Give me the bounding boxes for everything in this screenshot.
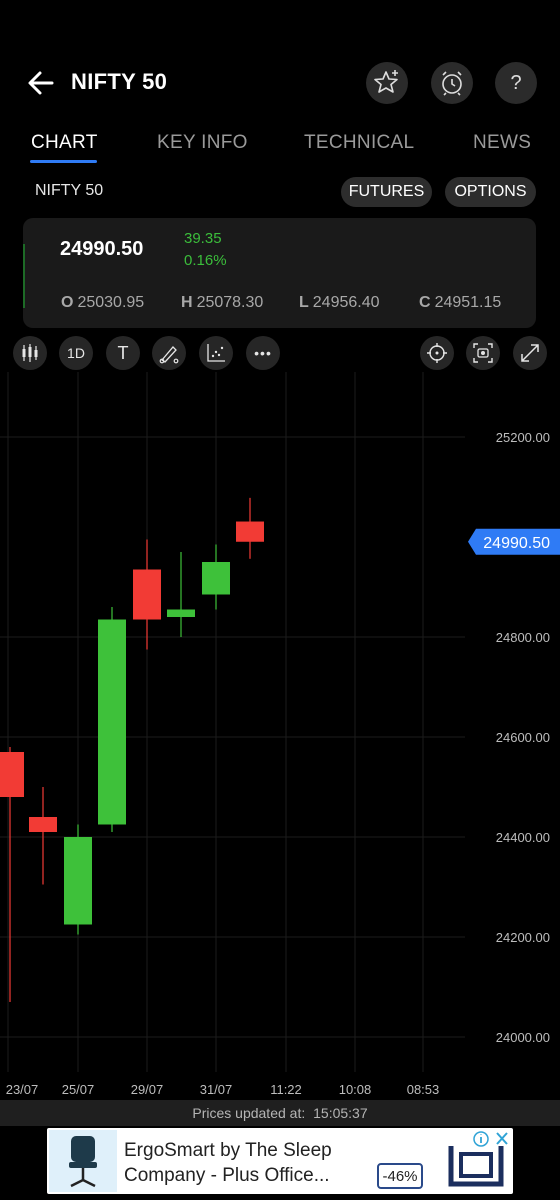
- candle-up[interactable]: [202, 562, 230, 595]
- tab-chart[interactable]: CHART: [31, 132, 98, 154]
- active-tab-indicator: [30, 160, 97, 163]
- ad-product-image[interactable]: [49, 1130, 117, 1192]
- ohlc-open-label: O: [61, 294, 74, 311]
- y-tick-label: 24200.00: [496, 930, 550, 945]
- help-button[interactable]: ?: [495, 62, 537, 104]
- symbol-label: NIFTY 50: [35, 182, 104, 199]
- chart-type-button[interactable]: [13, 336, 47, 370]
- header: NIFTY 50 ?: [0, 38, 560, 128]
- ohlc-low: L 24956.40: [299, 294, 380, 312]
- back-arrow-icon[interactable]: [26, 68, 56, 98]
- options-button[interactable]: OPTIONS: [445, 177, 536, 207]
- star-add-icon: [374, 70, 398, 93]
- x-tick-label: 25/07: [62, 1082, 95, 1097]
- candle-down[interactable]: [29, 817, 57, 832]
- prices-updated-bar: Prices updated at: 15:05:37: [0, 1100, 560, 1126]
- ohlc-open: O 25030.95: [61, 294, 144, 312]
- candle-down[interactable]: [236, 521, 264, 542]
- chart-toolbar: 1D T •••: [0, 336, 560, 372]
- tab-key-info[interactable]: KEY INFO: [157, 132, 248, 154]
- tab-bar: CHART KEY INFO TECHNICAL NEWS: [0, 128, 560, 168]
- indicator-icon: [207, 344, 225, 362]
- candle-down[interactable]: [133, 569, 161, 620]
- alarm-clock-icon: [442, 71, 462, 96]
- price-change-percent: 0.16%: [184, 252, 227, 269]
- prices-updated-time: 15:05:37: [313, 1105, 368, 1121]
- x-tick-label: 29/07: [131, 1082, 164, 1097]
- candle-up[interactable]: [98, 619, 126, 825]
- x-tick-label: 31/07: [200, 1082, 233, 1097]
- crosshair-icon: [427, 343, 447, 363]
- candle-up[interactable]: [167, 609, 195, 618]
- help-icon: ?: [510, 71, 522, 94]
- y-tick-label: 24600.00: [496, 730, 550, 745]
- x-tick-label: 11:22: [270, 1082, 302, 1097]
- ad-brand-logo: [447, 1138, 505, 1196]
- x-tick-label: 10:08: [339, 1082, 372, 1097]
- ohlc-close-value: 24951.15: [434, 294, 502, 311]
- current-price-label: 24990.50: [483, 535, 550, 552]
- x-tick-label: 08:53: [407, 1082, 440, 1097]
- candlestick-chart[interactable]: 25200.00 24800.00 24600.00 24400.00 24200.00…: [0, 372, 560, 1100]
- futures-button[interactable]: FUTURES: [341, 177, 432, 207]
- price-alert-button[interactable]: [431, 62, 473, 104]
- screenshot-icon: [473, 343, 493, 363]
- prices-updated-label: Prices updated at:: [192, 1105, 306, 1121]
- ohlc-close-label: C: [419, 294, 431, 311]
- price-change: 39.35: [184, 230, 222, 247]
- ohlc-close: C 24951.15: [419, 294, 501, 312]
- ohlc-low-value: 24956.40: [312, 294, 380, 311]
- page-title: NIFTY 50: [71, 69, 168, 94]
- interval-button[interactable]: 1D: [59, 336, 93, 370]
- ohlc-high-label: H: [181, 294, 193, 311]
- candlestick-icon: [22, 344, 38, 362]
- indicators-button[interactable]: [199, 336, 233, 370]
- quote-card: 24990.50 39.35 0.16% O 25030.95 H 25078.30…: [23, 218, 536, 328]
- text-tool-button[interactable]: T: [106, 336, 140, 370]
- ad-banner[interactable]: ErgoSmart by The Sleep Company - Plus Of…: [47, 1128, 513, 1194]
- fullscreen-button[interactable]: [513, 336, 547, 370]
- y-tick-label: 24400.00: [496, 830, 550, 845]
- ohlc-open-value: 25030.95: [77, 294, 145, 311]
- watchlist-button[interactable]: [366, 62, 408, 104]
- tab-news[interactable]: NEWS: [473, 132, 531, 154]
- ohlc-low-label: L: [299, 294, 309, 311]
- status-bar: [0, 0, 560, 38]
- quote-card-accent: [23, 244, 25, 308]
- last-price: 24990.50: [60, 238, 144, 260]
- instrument-row: NIFTY 50 FUTURES OPTIONS: [0, 175, 560, 209]
- candle-up[interactable]: [64, 837, 92, 925]
- more-icon[interactable]: •••: [246, 336, 280, 370]
- tab-technical[interactable]: TECHNICAL: [304, 132, 414, 154]
- draw-pen-icon: [159, 346, 179, 364]
- fullscreen-icon: [521, 344, 539, 362]
- crosshair-button[interactable]: [420, 336, 454, 370]
- y-tick-label: 24000.00: [496, 1030, 550, 1045]
- draw-tool-button[interactable]: [152, 336, 186, 370]
- office-chair-icon: [69, 1136, 97, 1188]
- ohlc-high-value: 25078.30: [196, 294, 264, 311]
- ad-text[interactable]: ErgoSmart by The Sleep Company - Plus Of…: [124, 1138, 374, 1188]
- screenshot-button[interactable]: [466, 336, 500, 370]
- y-tick-label: 24800.00: [496, 630, 550, 645]
- ohlc-high: H 25078.30: [181, 294, 263, 312]
- y-tick-label: 25200.00: [496, 430, 550, 445]
- candle-down[interactable]: [0, 752, 24, 797]
- ad-discount-badge[interactable]: -46%: [377, 1163, 423, 1189]
- x-tick-label: 23/07: [6, 1082, 39, 1097]
